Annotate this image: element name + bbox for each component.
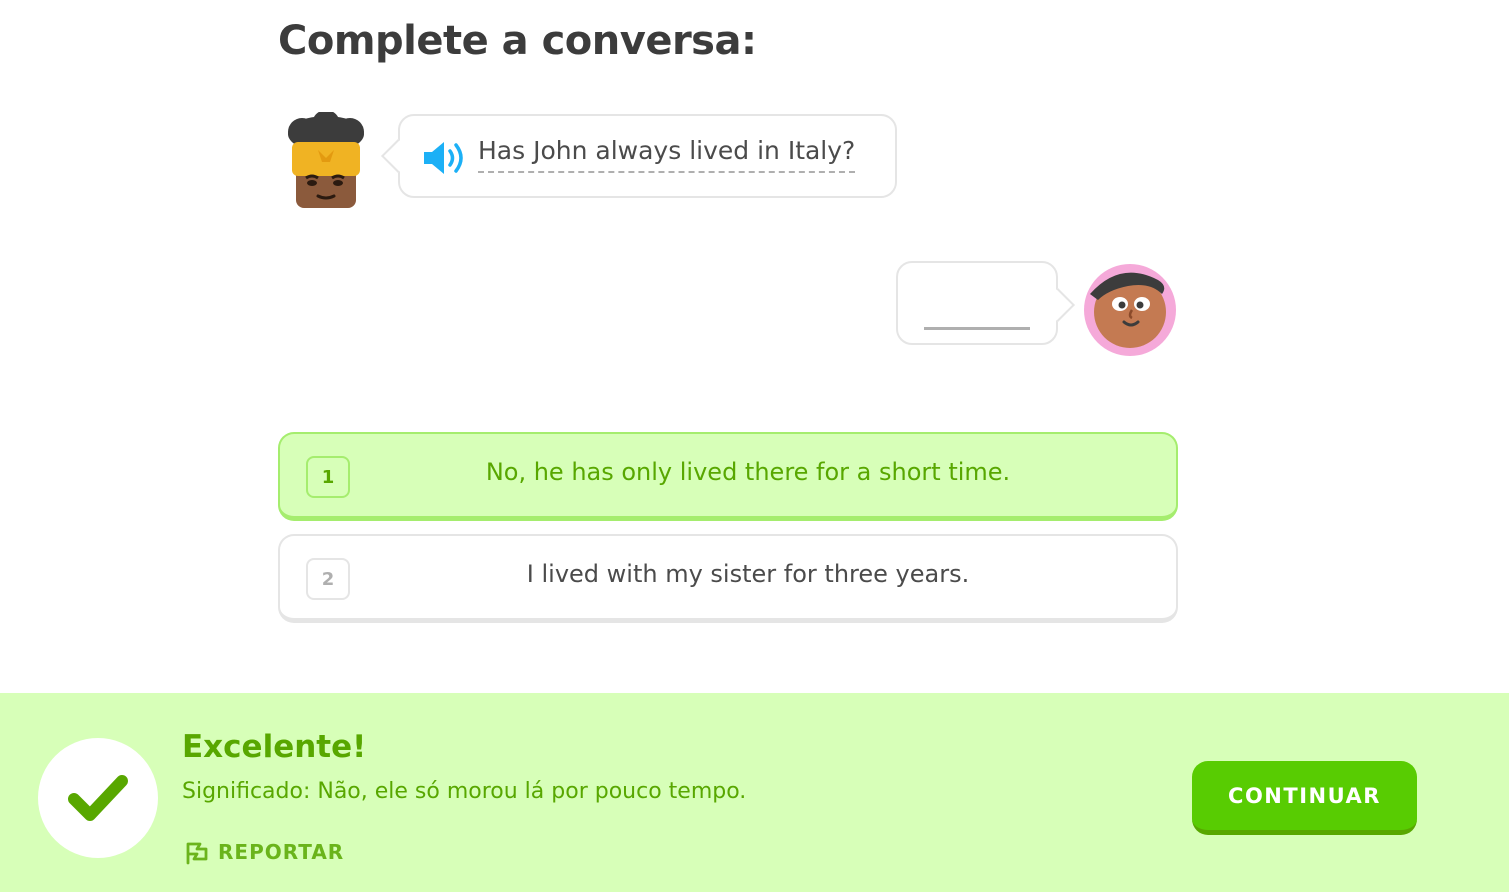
feedback-footer: Excelente! Significado: Não, ele só moro… (0, 693, 1509, 892)
option-text: I lived with my sister for three years. (526, 560, 970, 588)
continue-button[interactable]: CONTINUAR (1192, 761, 1417, 835)
answer-blank (924, 327, 1030, 330)
checkmark-badge (38, 738, 158, 858)
answer-option-2[interactable]: 2 I lived with my sister for three years… (278, 534, 1178, 623)
checkmark-icon (68, 775, 128, 821)
option-text: No, he has only lived there for a short … (485, 458, 1011, 486)
speaker-icon[interactable] (422, 140, 466, 176)
speech-bubble-tail (1041, 288, 1075, 322)
speaker-character-avatar (284, 110, 368, 212)
page-title: Complete a conversa: (278, 18, 757, 64)
report-label: REPORTAR (218, 840, 345, 864)
prompt-speech-bubble: Has John always lived in Italy? (381, 114, 897, 198)
feedback-meaning: Significado: Não, ele só morou lá por po… (182, 779, 747, 804)
answer-speech-bubble (896, 261, 1075, 345)
option-number: 1 (306, 456, 350, 498)
prompt-sentence[interactable]: Has John always lived in Italy? (478, 136, 856, 173)
speech-bubble-tail (381, 139, 415, 173)
answer-option-1[interactable]: 1 No, he has only lived there for a shor… (278, 432, 1178, 521)
report-button[interactable]: REPORTAR (184, 837, 344, 867)
option-number: 2 (306, 558, 350, 600)
feedback-title: Excelente! (182, 729, 367, 765)
flag-icon (186, 842, 208, 865)
responder-character-avatar (1082, 260, 1178, 358)
